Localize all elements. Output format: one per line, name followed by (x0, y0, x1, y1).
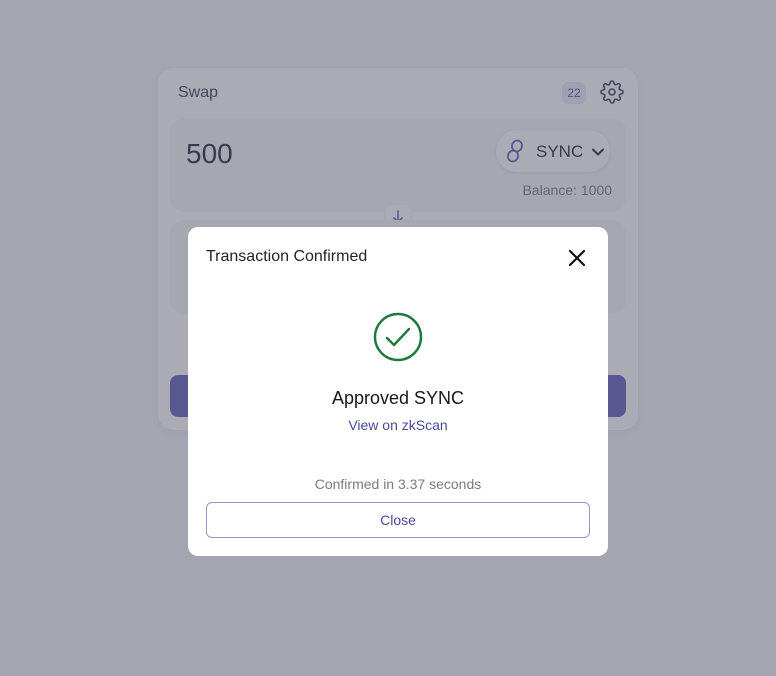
close-button[interactable]: Close (206, 502, 590, 538)
view-on-zkscan-link[interactable]: View on zkScan (188, 417, 608, 433)
modal-title: Transaction Confirmed (206, 248, 368, 265)
transaction-confirmed-modal: Transaction Confirmed Approved SYNC View… (188, 227, 608, 556)
confirmation-time: Confirmed in 3.37 seconds (314, 476, 482, 492)
check-circle-icon (373, 312, 423, 362)
approved-message: Approved SYNC (331, 388, 465, 408)
close-icon[interactable] (566, 247, 588, 269)
